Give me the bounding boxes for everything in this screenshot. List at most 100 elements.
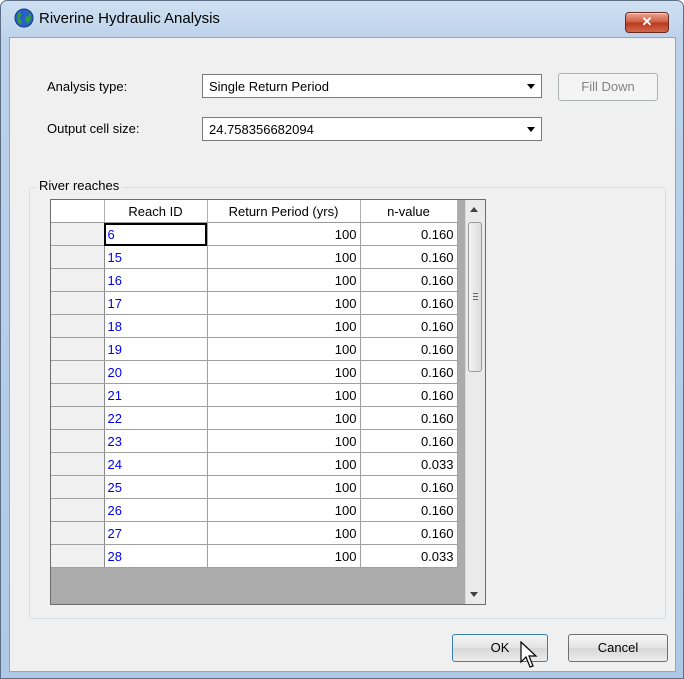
return-period-cell[interactable]: 100: [207, 245, 361, 269]
n-value-cell[interactable]: 0.160: [360, 314, 458, 338]
return-period-cell[interactable]: 100: [207, 268, 361, 292]
reach-id-cell[interactable]: 19: [104, 337, 208, 361]
column-header-return-period[interactable]: Return Period (yrs): [207, 200, 361, 223]
reach-id-cell[interactable]: 6: [104, 222, 208, 246]
n-value-cell[interactable]: 0.160: [360, 360, 458, 384]
row-header-cell[interactable]: [51, 452, 105, 476]
reach-id-cell[interactable]: 21: [104, 383, 208, 407]
return-period-cell[interactable]: 100: [207, 498, 361, 522]
return-period-cell[interactable]: 100: [207, 544, 361, 568]
mouse-pointer-icon: [520, 641, 538, 668]
column-header-n-value[interactable]: n-value: [360, 200, 458, 223]
reach-id-cell[interactable]: 22: [104, 406, 208, 430]
n-value-cell[interactable]: 0.033: [360, 452, 458, 476]
table-row[interactable]: 23 100 0.160: [51, 429, 458, 453]
row-header-cell[interactable]: [51, 498, 105, 522]
cancel-button[interactable]: Cancel: [568, 634, 668, 662]
analysis-type-dropdown[interactable]: Single Return Period: [202, 74, 542, 98]
return-period-cell[interactable]: 100: [207, 406, 361, 430]
reach-id-cell[interactable]: 15: [104, 245, 208, 269]
title-bar[interactable]: Riverine Hydraulic Analysis ✕: [1, 1, 683, 37]
chevron-down-icon: [527, 127, 535, 132]
n-value-cell[interactable]: 0.160: [360, 337, 458, 361]
analysis-type-label: Analysis type:: [47, 79, 128, 94]
reach-id-cell[interactable]: 18: [104, 314, 208, 338]
row-header-corner: [51, 200, 105, 223]
return-period-cell[interactable]: 100: [207, 314, 361, 338]
return-period-cell[interactable]: 100: [207, 337, 361, 361]
reach-id-cell[interactable]: 28: [104, 544, 208, 568]
n-value-cell[interactable]: 0.160: [360, 245, 458, 269]
reach-id-cell[interactable]: 24: [104, 452, 208, 476]
n-value-cell[interactable]: 0.160: [360, 222, 458, 246]
table-row[interactable]: 20 100 0.160: [51, 360, 458, 384]
scroll-up-arrow-icon[interactable]: [470, 207, 478, 212]
row-header-cell[interactable]: [51, 245, 105, 269]
close-icon: ✕: [641, 14, 653, 29]
row-header-cell[interactable]: [51, 521, 105, 545]
table-row[interactable]: 6 100 0.160: [51, 222, 458, 246]
row-header-cell[interactable]: [51, 475, 105, 499]
n-value-cell[interactable]: 0.160: [360, 429, 458, 453]
river-reaches-group-title: River reaches: [36, 178, 123, 193]
return-period-cell[interactable]: 100: [207, 521, 361, 545]
table-row[interactable]: 24 100 0.033: [51, 452, 458, 476]
row-header-cell[interactable]: [51, 360, 105, 384]
scroll-down-arrow-icon[interactable]: [470, 592, 478, 597]
return-period-cell[interactable]: 100: [207, 222, 361, 246]
row-header-cell[interactable]: [51, 544, 105, 568]
return-period-cell[interactable]: 100: [207, 360, 361, 384]
reach-id-cell[interactable]: 26: [104, 498, 208, 522]
row-header-cell[interactable]: [51, 222, 105, 246]
table-row[interactable]: 25 100 0.160: [51, 475, 458, 499]
table-row[interactable]: 19 100 0.160: [51, 337, 458, 361]
chevron-down-icon: [527, 84, 535, 89]
output-cell-size-dropdown[interactable]: 24.758356682094: [202, 117, 542, 141]
river-reaches-grid[interactable]: Reach ID Return Period (yrs) n-value 6 10…: [50, 199, 486, 605]
return-period-cell[interactable]: 100: [207, 475, 361, 499]
reach-id-cell[interactable]: 16: [104, 268, 208, 292]
close-button[interactable]: ✕: [625, 12, 669, 33]
output-cell-size-value: 24.758356682094: [209, 122, 314, 137]
grid-header-row: Reach ID Return Period (yrs) n-value: [51, 200, 458, 223]
table-row[interactable]: 28 100 0.033: [51, 544, 458, 568]
row-header-cell[interactable]: [51, 429, 105, 453]
table-row[interactable]: 27 100 0.160: [51, 521, 458, 545]
reach-id-cell[interactable]: 20: [104, 360, 208, 384]
return-period-cell[interactable]: 100: [207, 429, 361, 453]
row-header-cell[interactable]: [51, 406, 105, 430]
n-value-cell[interactable]: 0.160: [360, 291, 458, 315]
return-period-cell[interactable]: 100: [207, 452, 361, 476]
fill-down-button[interactable]: Fill Down: [558, 73, 658, 101]
n-value-cell[interactable]: 0.160: [360, 475, 458, 499]
row-header-cell[interactable]: [51, 314, 105, 338]
table-row[interactable]: 18 100 0.160: [51, 314, 458, 338]
n-value-cell[interactable]: 0.160: [360, 383, 458, 407]
scrollbar-grip-icon: [473, 293, 478, 294]
n-value-cell[interactable]: 0.033: [360, 544, 458, 568]
table-row[interactable]: 15 100 0.160: [51, 245, 458, 269]
grid-vertical-scrollbar[interactable]: [465, 200, 485, 604]
output-cell-size-label: Output cell size:: [47, 121, 140, 136]
row-header-cell[interactable]: [51, 337, 105, 361]
reach-id-cell[interactable]: 17: [104, 291, 208, 315]
table-row[interactable]: 22 100 0.160: [51, 406, 458, 430]
reach-id-cell[interactable]: 23: [104, 429, 208, 453]
n-value-cell[interactable]: 0.160: [360, 521, 458, 545]
return-period-cell[interactable]: 100: [207, 291, 361, 315]
return-period-cell[interactable]: 100: [207, 383, 361, 407]
table-row[interactable]: 26 100 0.160: [51, 498, 458, 522]
table-row[interactable]: 17 100 0.160: [51, 291, 458, 315]
row-header-cell[interactable]: [51, 291, 105, 315]
n-value-cell[interactable]: 0.160: [360, 406, 458, 430]
table-row[interactable]: 16 100 0.160: [51, 268, 458, 292]
n-value-cell[interactable]: 0.160: [360, 268, 458, 292]
reach-id-cell[interactable]: 27: [104, 521, 208, 545]
reach-id-cell[interactable]: 25: [104, 475, 208, 499]
table-row[interactable]: 21 100 0.160: [51, 383, 458, 407]
column-header-reach-id[interactable]: Reach ID: [104, 200, 208, 223]
row-header-cell[interactable]: [51, 268, 105, 292]
row-header-cell[interactable]: [51, 383, 105, 407]
n-value-cell[interactable]: 0.160: [360, 498, 458, 522]
scrollbar-thumb[interactable]: [468, 222, 482, 372]
